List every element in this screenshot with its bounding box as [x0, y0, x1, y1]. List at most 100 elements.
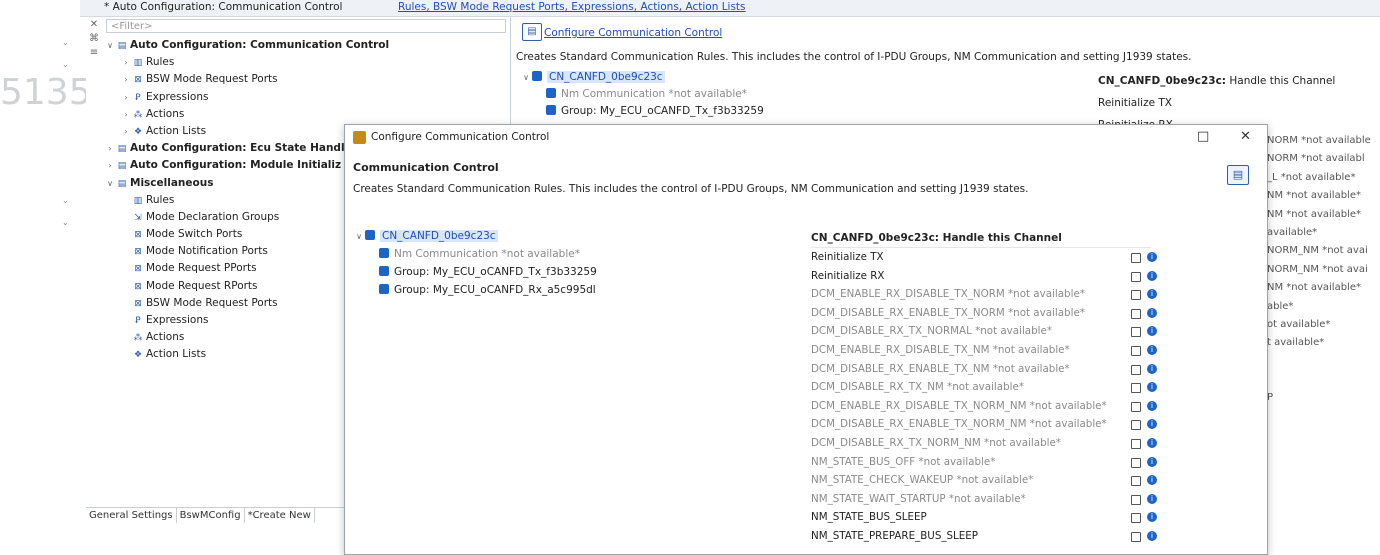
tab--create-new[interactable]: *Create New: [245, 508, 315, 523]
expand-toggle-icon[interactable]: ›: [120, 71, 132, 88]
port-icon: ⊠: [134, 281, 142, 292]
property-checkbox[interactable]: [1131, 438, 1141, 449]
info-icon[interactable]: i: [1147, 493, 1157, 504]
property-checkbox[interactable]: [1131, 364, 1141, 375]
tree-item[interactable]: › Ꝑ Expressions: [104, 89, 510, 106]
mode-icon: ⇲: [134, 212, 142, 223]
property-row: Reinitialize TX i: [811, 248, 1157, 267]
channel-tree-item[interactable]: Group: My_ECU_oCANFD_Tx_f3b33259: [353, 263, 793, 281]
obscured-option: NM *not available*: [1267, 282, 1361, 294]
property-checkbox[interactable]: [1131, 401, 1141, 412]
property-checkbox[interactable]: [1131, 513, 1141, 524]
expand-toggle-icon[interactable]: ›: [104, 157, 116, 174]
checkbox[interactable]: [365, 230, 375, 240]
tree-item[interactable]: ∨ ▤ Auto Configuration: Communication Cont…: [104, 37, 510, 54]
editor-tab-title[interactable]: * Auto Configuration: Communication Cont…: [104, 1, 342, 13]
help-book-icon[interactable]: ▤: [522, 23, 542, 41]
help-book-icon[interactable]: ▤: [1227, 165, 1249, 185]
tree-item-label: Auto Configuration: Communication Contro…: [130, 39, 390, 51]
info-icon[interactable]: i: [1147, 400, 1157, 411]
info-icon[interactable]: i: [1147, 289, 1157, 300]
tree-item[interactable]: › ▥ Rules: [104, 54, 510, 71]
info-icon[interactable]: i: [1147, 326, 1157, 337]
obscured-option: [1267, 371, 1371, 389]
info-icon[interactable]: i: [1147, 512, 1157, 523]
expand-toggle-icon[interactable]: ∨: [520, 69, 532, 86]
channel-tree-label: Nm Communication *not available*: [394, 248, 580, 260]
property-checkbox[interactable]: [1131, 271, 1141, 282]
expand-toggle-icon[interactable]: ›: [120, 89, 132, 106]
tree-item-label: BSW Mode Request Ports: [146, 73, 278, 86]
editor-tab-links[interactable]: Rules, BSW Mode Request Ports, Expressio…: [398, 1, 746, 13]
property-checkbox[interactable]: [1131, 420, 1141, 431]
editor-channel-tree: ∨ CN_CANFD_0be9c23c Nm Communication *not …: [520, 69, 1080, 121]
info-icon[interactable]: i: [1147, 270, 1157, 281]
property-checkbox[interactable]: [1131, 494, 1141, 505]
expand-toggle-icon[interactable]: ∨: [104, 37, 116, 54]
channel-tree-item[interactable]: ∨ CN_CANFD_0be9c23c: [353, 227, 793, 245]
config-icon: ▤: [117, 161, 127, 172]
property-row: DCM_ENABLE_RX_DISABLE_TX_NM *not availab…: [811, 341, 1157, 360]
menu-icon[interactable]: ≡: [86, 47, 102, 61]
property-row: NM_STATE_CHECK_WAKEUP *not available* i: [811, 471, 1157, 490]
tree-item-label: Rules: [146, 193, 175, 206]
info-icon[interactable]: i: [1147, 382, 1157, 393]
obscured-option: t available*: [1267, 337, 1325, 349]
info-icon[interactable]: i: [1147, 363, 1157, 374]
tree-item-label: Action Lists: [146, 348, 207, 361]
property-checkbox[interactable]: [1131, 345, 1141, 356]
channel-tree-item[interactable]: Group: My_ECU_oCANFD_Tx_f3b33259: [520, 103, 1080, 120]
property-checkbox[interactable]: [1131, 457, 1141, 468]
property-label: Reinitialize RX: [811, 269, 885, 282]
tab-general-settings[interactable]: General Settings: [86, 508, 177, 523]
checkbox[interactable]: [379, 284, 389, 294]
checkbox[interactable]: [532, 71, 542, 81]
checkbox[interactable]: [379, 266, 389, 276]
expand-toggle-icon[interactable]: ›: [120, 54, 132, 71]
property-label: NM_STATE_WAIT_STARTUP *not available*: [811, 492, 1026, 505]
close-button[interactable]: ✕: [1240, 129, 1251, 144]
info-icon[interactable]: i: [1147, 252, 1157, 262]
expand-toggle-icon[interactable]: ›: [120, 106, 132, 123]
configure-link[interactable]: Configure Communication Control: [544, 27, 722, 39]
tree-item-label: Mode Request PPorts: [146, 262, 257, 275]
checkbox[interactable]: [546, 105, 556, 116]
marker-icon: ⌄: [62, 38, 69, 47]
property-label: DCM_DISABLE_RX_ENABLE_TX_NORM_NM *not av…: [811, 418, 1107, 431]
checkbox[interactable]: [379, 248, 389, 258]
link-icon[interactable]: ⌘: [86, 33, 102, 47]
property-checkbox[interactable]: [1131, 383, 1141, 394]
expand-toggle-icon[interactable]: ∨: [104, 175, 116, 192]
info-icon[interactable]: i: [1147, 344, 1157, 355]
property-checkbox[interactable]: [1131, 531, 1141, 542]
action-list-icon: ❖: [133, 126, 143, 137]
tree-item[interactable]: › ⊠ BSW Mode Request Ports: [104, 71, 510, 88]
info-icon[interactable]: i: [1147, 307, 1157, 318]
info-icon[interactable]: i: [1147, 437, 1157, 448]
maximize-button[interactable]: □: [1197, 129, 1209, 144]
expand-toggle-icon[interactable]: ∨: [353, 228, 365, 246]
property-checkbox[interactable]: [1131, 253, 1141, 263]
property-checkbox[interactable]: [1131, 327, 1141, 338]
info-icon[interactable]: i: [1147, 530, 1157, 541]
channel-tree-item[interactable]: ∨ CN_CANFD_0be9c23c: [520, 69, 1080, 86]
tree-item[interactable]: › ⁂ Actions: [104, 106, 510, 123]
info-icon[interactable]: i: [1147, 419, 1157, 430]
info-icon[interactable]: i: [1147, 456, 1157, 467]
tree-filter-input[interactable]: <Filter>: [106, 19, 506, 33]
editor-option[interactable]: Reinitialize TX: [1098, 92, 1335, 114]
channel-tree-item[interactable]: Nm Communication *not available*: [520, 86, 1080, 103]
channel-tree-item[interactable]: Group: My_ECU_oCANFD_Rx_a5c995dl: [353, 281, 793, 299]
checkbox[interactable]: [546, 88, 556, 99]
property-checkbox[interactable]: [1131, 308, 1141, 319]
expand-toggle-icon[interactable]: ›: [120, 123, 132, 140]
collapse-all-icon[interactable]: ✕: [86, 19, 102, 33]
expand-toggle-icon[interactable]: ›: [104, 140, 116, 157]
info-icon[interactable]: i: [1147, 475, 1157, 486]
tab-bswmconfig[interactable]: BswMConfig: [176, 508, 245, 523]
property-checkbox[interactable]: [1131, 476, 1141, 487]
dialog-titlebar: Configure Communication Control □ ✕: [345, 125, 1267, 151]
channel-tree-label: CN_CANFD_0be9c23c: [547, 71, 665, 83]
channel-tree-item[interactable]: Nm Communication *not available*: [353, 245, 793, 263]
property-checkbox[interactable]: [1131, 290, 1141, 301]
